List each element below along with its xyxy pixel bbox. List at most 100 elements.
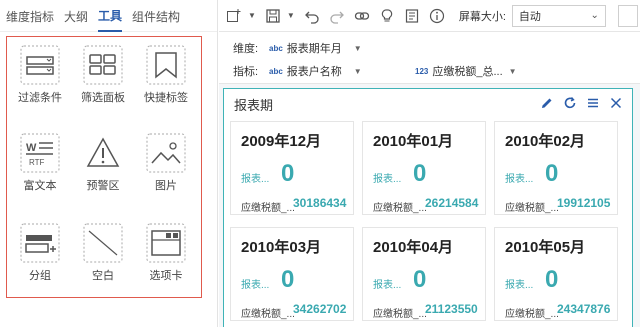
dimension-row: 维度: abc 报表期年月 ▼ — [233, 40, 389, 56]
card-title: 2009年12月 — [241, 133, 322, 150]
filter-condition-icon — [20, 45, 60, 85]
text-type-tag: abc — [269, 66, 283, 76]
card-title: 2010年05月 — [505, 239, 586, 256]
card-foot-value: 30186434 — [293, 196, 347, 210]
chevron-down-icon: ⌄ — [590, 10, 599, 21]
screen-size-label: 屏幕大小: — [458, 10, 506, 23]
card-foot-value: 26214584 — [425, 196, 479, 210]
metric-value: 报表户名称 — [286, 66, 342, 78]
card-foot-label: 应缴税额_... — [373, 203, 427, 214]
blank-icon — [83, 223, 123, 263]
svg-text:W: W — [26, 142, 37, 154]
metric-field[interactable]: abc 报表户名称 ▼ — [269, 63, 389, 79]
field-bar: 维度: abc 报表期年月 ▼ 指标: abc 报表户名称 ▼ 123 应缴税额… — [219, 32, 640, 84]
undo-icon — [304, 11, 319, 24]
add-component-button[interactable] — [223, 5, 245, 27]
save-icon — [266, 8, 280, 23]
component-warning-area[interactable]: 预警区 — [72, 133, 134, 193]
theme-button[interactable] — [376, 5, 398, 27]
period-card[interactable]: 2009年12月 报表... 0 应缴税额_... 30186434 — [230, 121, 354, 215]
component-label: 筛选面板 — [81, 92, 125, 104]
card-sub-label: 报表... — [505, 174, 534, 185]
tab-tools[interactable]: 工具 — [98, 0, 123, 32]
chevron-down-icon[interactable]: ▼ — [248, 11, 256, 20]
info-button[interactable] — [426, 5, 448, 27]
component-quick-tag[interactable]: 快捷标签 — [135, 45, 197, 105]
component-filter-condition[interactable]: 过滤条件 — [9, 45, 71, 105]
metric-label: 指标: — [233, 66, 259, 78]
chevron-down-icon[interactable]: ▼ — [509, 67, 517, 76]
card-title: 2010年04月 — [373, 239, 454, 256]
screen-size-value: 自动 — [518, 10, 541, 23]
card-sub-label: 报表... — [373, 280, 402, 291]
chevron-down-icon[interactable]: ▼ — [354, 44, 362, 53]
close-button[interactable] — [606, 94, 626, 112]
metric-row: 指标: abc 报表户名称 ▼ 123 应缴税额_总... ▼ — [233, 63, 535, 79]
left-tabs: 维度指标 大纲 工具 组件结构 — [0, 0, 217, 32]
dimension-value: 报表期年月 — [286, 43, 342, 55]
link-icon — [354, 11, 369, 20]
hamburger-menu-icon — [588, 98, 598, 108]
card-value: 0 — [545, 160, 559, 187]
period-card[interactable]: 2010年02月 报表... 0 应缴税额_... 19912105 — [494, 121, 618, 215]
panel-refresh-button[interactable] — [560, 94, 580, 112]
tab-dimension-metric[interactable]: 维度指标 — [6, 1, 54, 31]
card-sub-label: 报表... — [373, 174, 402, 185]
tools-component-grid: 过滤条件 筛选面板 快捷标签 W RTF 富文本 预警区 图片 分组 空白 选项… — [6, 36, 202, 298]
link-button[interactable] — [351, 5, 373, 27]
period-card[interactable]: 2010年05月 报表... 0 应缴税额_... 24347876 — [494, 227, 618, 321]
metric-field-2[interactable]: 123 应缴税额_总... ▼ — [415, 63, 535, 79]
component-group[interactable]: 分组 — [9, 223, 71, 283]
report-button[interactable] — [401, 5, 423, 27]
component-rich-text[interactable]: W RTF 富文本 — [9, 133, 71, 193]
component-label: 预警区 — [86, 180, 120, 192]
component-blank[interactable]: 空白 — [72, 223, 134, 283]
save-button[interactable] — [262, 5, 284, 27]
card-foot-value: 34262702 — [293, 302, 347, 316]
chevron-down-icon[interactable]: ▼ — [287, 11, 295, 20]
period-card[interactable]: 2010年01月 报表... 0 应缴税额_... 26214584 — [362, 121, 486, 215]
card-title: 2010年03月 — [241, 239, 322, 256]
undo-button[interactable] — [301, 5, 323, 27]
card-sub-label: 报表... — [505, 280, 534, 291]
close-icon — [610, 97, 622, 109]
toolbar: ▼ ▼ 屏幕大小: 自动 ⌄ — [219, 0, 640, 32]
card-value: 0 — [281, 266, 295, 293]
period-card[interactable]: 2010年04月 报表... 0 应缴税额_... 21123550 — [362, 227, 486, 321]
card-foot-label: 应缴税额_... — [241, 309, 295, 320]
period-card[interactable]: 2010年03月 报表... 0 应缴税额_... 34262702 — [230, 227, 354, 321]
document-icon — [405, 8, 418, 23]
screen-size-select[interactable]: 自动 ⌄ — [511, 4, 606, 27]
component-tab-card[interactable]: 选项卡 — [135, 223, 197, 283]
image-icon — [146, 133, 186, 173]
card-foot-label: 应缴税额_... — [505, 309, 559, 320]
card-foot-label: 应缴税额_... — [241, 203, 295, 214]
pencil-icon — [542, 98, 552, 108]
chevron-down-icon[interactable]: ▼ — [354, 67, 362, 76]
component-label: 选项卡 — [149, 270, 183, 282]
tab-component-structure[interactable]: 组件结构 — [132, 1, 180, 31]
bookmark-icon — [146, 45, 186, 85]
component-image[interactable]: 图片 — [135, 133, 197, 193]
tab-outline[interactable]: 大纲 — [64, 1, 88, 31]
number-type-tag: 123 — [415, 66, 429, 76]
metric2-value: 应缴税额_总... — [432, 66, 503, 78]
card-sub-label: 报表... — [241, 280, 270, 291]
report-period-panel[interactable]: 报表期 2009年12月 报表... 0 应缴税额_... 30186434 2… — [223, 88, 633, 327]
redo-button[interactable] — [326, 5, 348, 27]
component-filter-panel[interactable]: 筛选面板 — [72, 45, 134, 105]
filter-toggle-button[interactable] — [618, 5, 638, 27]
rich-text-icon: W RTF — [20, 133, 60, 173]
menu-button[interactable] — [583, 94, 603, 112]
canvas-area: ▼ ▼ 屏幕大小: 自动 ⌄ 维度: abc 报表期年月 ▼ 指标: abc 报… — [219, 0, 640, 327]
dimension-field[interactable]: abc 报表期年月 ▼ — [269, 40, 389, 56]
edit-button[interactable] — [537, 94, 557, 112]
component-label: 图片 — [155, 180, 177, 192]
card-value: 0 — [413, 160, 427, 187]
tab-card-icon — [146, 223, 186, 263]
filter-panel-icon — [83, 45, 123, 85]
group-icon — [20, 223, 60, 263]
panel-title: 报表期 — [234, 98, 274, 113]
card-value: 0 — [413, 266, 427, 293]
warning-icon — [86, 137, 120, 167]
